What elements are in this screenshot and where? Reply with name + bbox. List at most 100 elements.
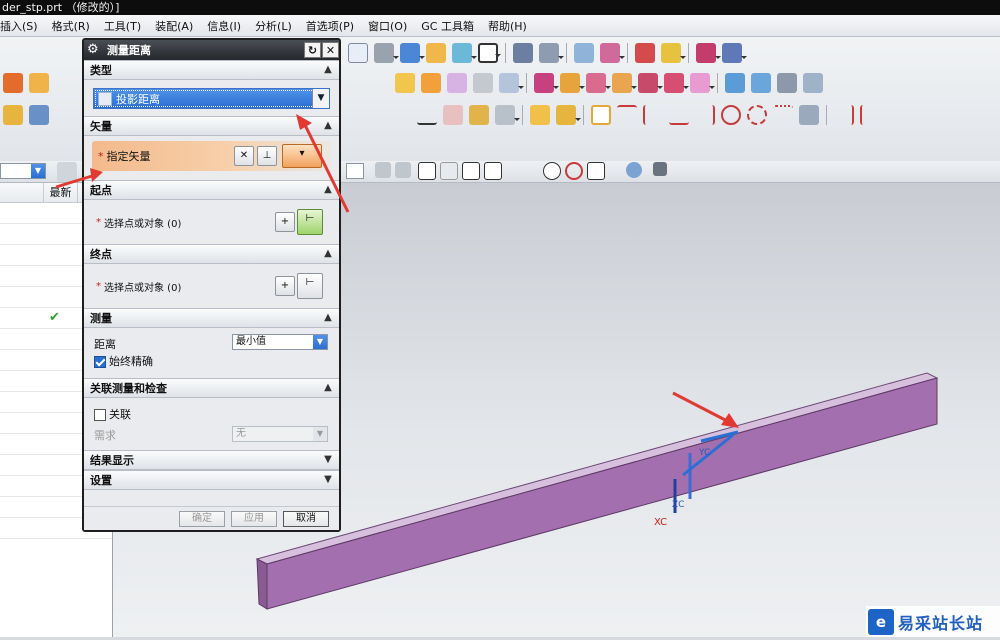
point-set-icon[interactable] (469, 105, 489, 125)
spline-icon[interactable] (773, 105, 793, 125)
part-front-face[interactable] (266, 377, 938, 610)
triangle-icon[interactable] (417, 105, 437, 125)
menu-info[interactable]: 信息(I) (207, 18, 241, 34)
dialog-titlebar[interactable]: ⚙ 测量距离 ↻ ✕ (84, 40, 339, 60)
chamfer-curve-icon[interactable] (860, 105, 880, 125)
cancel-button[interactable]: 取消 (283, 510, 329, 527)
snap-combo[interactable] (346, 163, 364, 179)
section-measure-header[interactable]: 测量 ▲ (84, 308, 339, 328)
chamfer-icon[interactable] (638, 73, 663, 93)
subtract-icon[interactable] (560, 73, 585, 93)
cylinder-icon[interactable] (29, 73, 49, 93)
mesh-surface-icon[interactable] (751, 73, 771, 93)
point-dialog-icon[interactable]: + (275, 276, 295, 296)
trim-icon[interactable] (803, 73, 823, 93)
vector-type-icon[interactable]: ▾ (282, 144, 322, 168)
perp-line-icon[interactable] (695, 105, 715, 125)
chevron-up-icon[interactable]: ▲ (321, 183, 335, 197)
filter-combo[interactable]: ▼ (0, 163, 46, 179)
section-end-header[interactable]: 终点 ▲ (84, 244, 339, 264)
circle-icon[interactable] (747, 105, 767, 125)
hole-icon[interactable] (473, 73, 493, 93)
existing-point-icon[interactable] (587, 162, 605, 180)
chevron-down-icon[interactable]: ▼ (321, 453, 335, 467)
datum-icon[interactable] (513, 43, 533, 63)
ok-button[interactable]: 确定 (179, 510, 225, 527)
curve-icon[interactable] (600, 43, 625, 63)
line-icon[interactable] (617, 105, 637, 125)
angle-line-icon[interactable] (643, 105, 663, 125)
section-result-header[interactable]: 结果显示 ▼ (84, 450, 339, 470)
edge-blend-icon[interactable] (612, 73, 637, 93)
associative-checkbox[interactable]: 关联 (94, 406, 131, 422)
render-style-icon[interactable] (374, 43, 399, 63)
tangent-line-icon[interactable] (669, 105, 689, 125)
measure-icon[interactable] (722, 43, 747, 63)
grid-icon[interactable] (799, 105, 819, 125)
chevron-up-icon[interactable]: ▲ (321, 381, 335, 395)
menu-preferences[interactable]: 首选项(P) (306, 18, 354, 34)
sketch-icon[interactable] (574, 43, 594, 63)
midpoint-snap-icon[interactable] (440, 162, 458, 180)
menu-assembly[interactable]: 装配(A) (155, 18, 193, 34)
type-select[interactable]: 投影距离 ▼ (93, 88, 330, 109)
text-icon[interactable] (29, 105, 49, 125)
globe-icon[interactable] (626, 162, 642, 178)
extrude-icon[interactable] (635, 43, 655, 63)
chevron-up-icon[interactable]: ▲ (321, 63, 335, 77)
section-icon[interactable] (452, 43, 477, 63)
intersect-icon[interactable] (586, 73, 611, 93)
menu-format[interactable]: 格式(R) (52, 18, 90, 34)
cone-icon[interactable] (421, 73, 441, 93)
end-point-row[interactable]: * 选择点或对象 (0) + ⊢ (90, 271, 333, 301)
name-column-header[interactable] (0, 183, 44, 202)
vector-clear-icon[interactable]: ✕ (234, 146, 254, 166)
chevron-down-icon[interactable]: ▼ (312, 89, 329, 108)
snap-icon[interactable] (375, 162, 391, 178)
gear-icon[interactable]: ⚙ (87, 43, 101, 57)
section-start-header[interactable]: 起点 ▲ (84, 180, 339, 200)
component-icon[interactable] (556, 105, 581, 125)
box-icon[interactable] (3, 73, 23, 93)
start-point-row[interactable]: * 选择点或对象 (0) + ⊢ (90, 207, 333, 237)
latest-column-header[interactable]: 最新 (44, 183, 78, 202)
layer-icon[interactable] (426, 43, 446, 63)
grid-snap-icon[interactable] (653, 162, 667, 176)
constraints-icon[interactable] (495, 105, 520, 125)
always-precise-checkbox[interactable]: 始终精确 (94, 353, 153, 369)
apply-button[interactable]: 应用 (231, 510, 277, 527)
menu-analysis[interactable]: 分析(L) (255, 18, 292, 34)
chevron-down-icon[interactable]: ▼ (31, 164, 45, 178)
arrow-right-icon[interactable] (395, 162, 411, 178)
section-settings-header[interactable]: 设置 ▼ (84, 470, 339, 490)
menu-help[interactable]: 帮助(H) (488, 18, 527, 34)
background-icon[interactable] (478, 43, 501, 63)
draft-icon[interactable] (690, 73, 715, 93)
section-vector-header[interactable]: 矢量 ▲ (84, 116, 339, 136)
intersection-icon[interactable] (484, 162, 502, 180)
section-assoc-header[interactable]: 关联测量和检查 ▲ (84, 378, 339, 398)
sphere-icon[interactable] (447, 73, 467, 93)
block-icon[interactable] (395, 73, 415, 93)
endpoint-snap-icon[interactable] (418, 162, 436, 180)
chevron-up-icon[interactable]: ▲ (321, 119, 335, 133)
unite-icon[interactable] (534, 73, 559, 93)
section-type-header[interactable]: 类型 ▲ (84, 60, 339, 80)
pattern-icon[interactable] (3, 105, 23, 125)
datum-csys-icon[interactable] (539, 43, 564, 63)
close-icon[interactable]: ✕ (322, 42, 339, 58)
checkbox-unchecked-icon[interactable] (94, 409, 106, 421)
cube-view-icon[interactable] (400, 43, 425, 63)
distance-select[interactable]: 最小值 ▼ (232, 334, 328, 350)
menu-gc-toolbox[interactable]: GC 工具箱 (421, 18, 474, 34)
chevron-up-icon[interactable]: ▲ (321, 247, 335, 261)
menu-insert[interactable]: 插入(S) (0, 18, 38, 34)
link-icon[interactable] (591, 105, 611, 125)
checkbox-checked-icon[interactable] (94, 356, 106, 368)
chevron-down-icon[interactable]: ▼ (313, 335, 327, 349)
assembly-icon[interactable] (530, 105, 550, 125)
sew-icon[interactable] (777, 73, 797, 93)
boss-icon[interactable] (499, 73, 524, 93)
point-dialog-icon[interactable]: + (275, 212, 295, 232)
fillet-curve-icon[interactable] (834, 105, 854, 125)
